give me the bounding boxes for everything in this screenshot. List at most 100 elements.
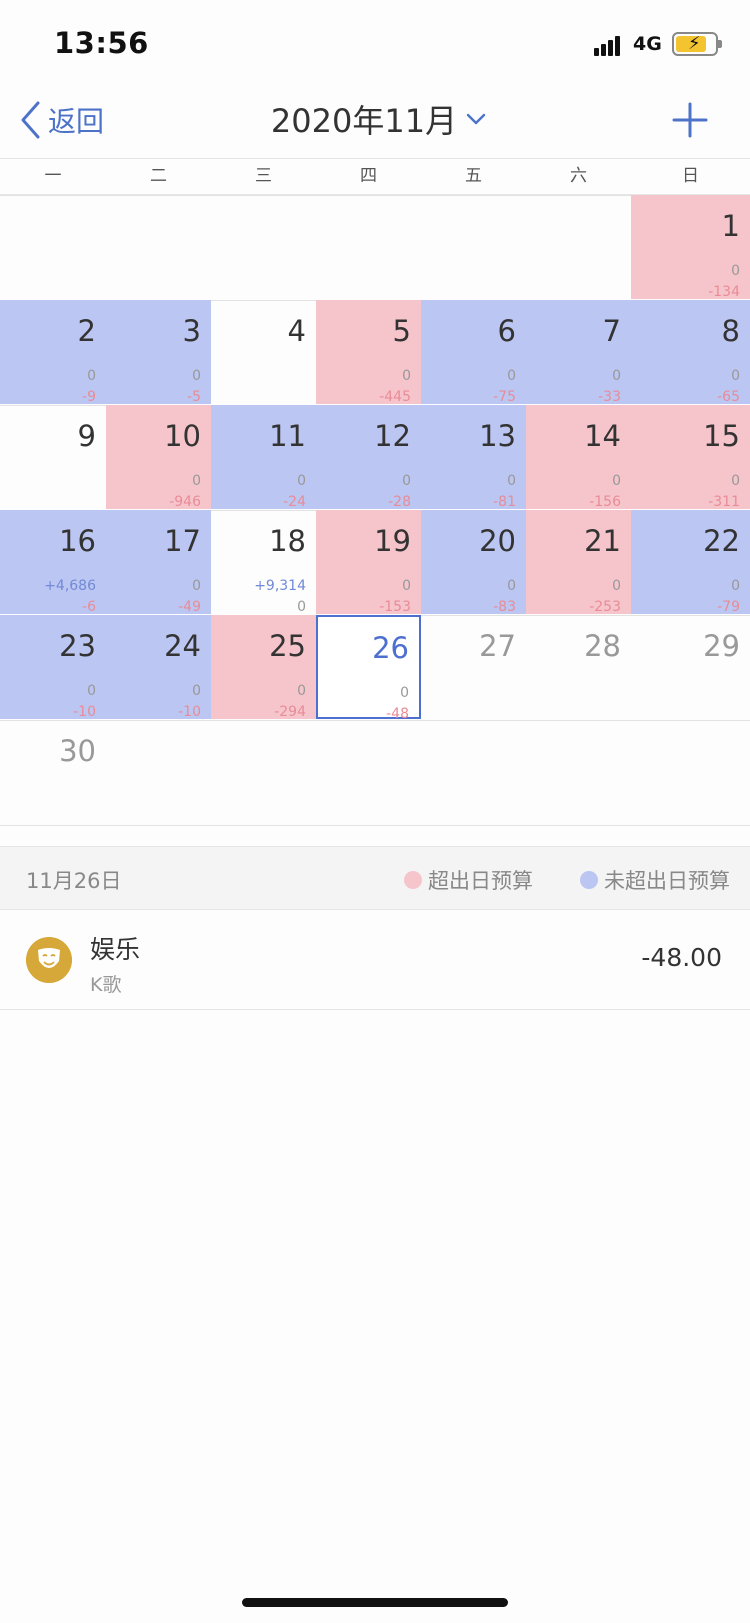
calendar-day-12[interactable]: 12 0 -28: [316, 405, 421, 510]
day-expense: -5: [187, 389, 201, 405]
day-number: 15: [703, 419, 740, 453]
transaction-row[interactable]: 娱乐 K歌 -48.00: [0, 910, 750, 1010]
battery-icon: ⚡: [672, 32, 722, 56]
calendar-day-29[interactable]: 29: [631, 615, 750, 719]
day-expense: -79: [717, 599, 740, 615]
day-income: +9,314: [254, 578, 306, 594]
day-income: 0: [612, 473, 621, 489]
calendar-day-11[interactable]: 11 0 -24: [211, 405, 316, 510]
day-income: 0: [402, 578, 411, 594]
day-expense: -81: [493, 494, 516, 510]
day-income: 0: [87, 368, 96, 384]
network-type: 4G: [633, 33, 662, 55]
calendar-day-27[interactable]: 27: [421, 615, 526, 719]
day-expense: -28: [388, 494, 411, 510]
day-income: 0: [507, 473, 516, 489]
calendar-day-17[interactable]: 17 0 -49: [106, 510, 211, 615]
weekday-label: 四: [360, 166, 377, 186]
day-number: 24: [164, 629, 201, 663]
calendar-day-20[interactable]: 20 0 -83: [421, 510, 526, 615]
weekday-label: 日: [682, 166, 699, 186]
status-bar: 13:56 4G ⚡: [0, 0, 750, 88]
calendar-day-15[interactable]: 15 0 -311: [631, 405, 750, 510]
calendar-day-19[interactable]: 19 0 -153: [316, 510, 421, 615]
day-expense: -153: [379, 599, 411, 615]
calendar-day-24[interactable]: 24 0 -10: [106, 615, 211, 720]
day-expense: -9: [82, 389, 96, 405]
calendar-day-23[interactable]: 23 0 -10: [0, 615, 106, 720]
calendar-day-26[interactable]: 26 0 -48: [316, 615, 421, 722]
day-number: 12: [374, 419, 411, 453]
day-number: 26: [372, 631, 409, 665]
calendar-day-4[interactable]: 4: [211, 300, 316, 404]
signal-icon: [594, 34, 624, 56]
calendar-day-25[interactable]: 25 0 -294: [211, 615, 316, 720]
weekday-header: 一二三四五六日: [0, 158, 750, 195]
grid-divider: [0, 720, 750, 721]
calendar-day-13[interactable]: 13 0 -81: [421, 405, 526, 510]
calendar-day-1[interactable]: 1 0 -134: [631, 195, 750, 300]
day-expense: -311: [708, 494, 740, 510]
calendar-day-9[interactable]: 9: [0, 405, 106, 509]
day-expense: -445: [379, 389, 411, 405]
calendar-day-30[interactable]: 30: [0, 720, 106, 824]
calendar-day-3[interactable]: 3 0 -5: [106, 300, 211, 405]
month-title: 2020年11月: [270, 102, 458, 140]
day-expense: 0: [297, 599, 306, 615]
weekday-label: 二: [150, 166, 167, 186]
day-number: 19: [374, 524, 411, 558]
add-icon[interactable]: [670, 100, 710, 140]
legend-bar: 11月26日 超出日预算 未超出日预算: [0, 846, 750, 910]
legend-dot-over: [404, 871, 422, 889]
day-expense: -83: [493, 599, 516, 615]
calendar-day-5[interactable]: 5 0 -445: [316, 300, 421, 405]
day-number: 7: [602, 314, 621, 348]
calendar-day-8[interactable]: 8 0 -65: [631, 300, 750, 405]
day-income: 0: [731, 368, 740, 384]
calendar-day-18[interactable]: 18 +9,314 0: [211, 510, 316, 615]
calendar-day-14[interactable]: 14 0 -156: [526, 405, 631, 510]
legend-under: 未超出日预算: [580, 865, 730, 895]
day-expense: -65: [717, 389, 740, 405]
day-expense: -10: [178, 704, 201, 720]
day-number: 3: [182, 314, 201, 348]
chevron-down-icon: [466, 113, 486, 125]
day-number: 11: [269, 419, 306, 453]
home-indicator[interactable]: [242, 1598, 508, 1607]
legend-under-label: 未超出日预算: [604, 869, 730, 893]
day-number: 21: [584, 524, 621, 558]
calendar-day-21[interactable]: 21 0 -253: [526, 510, 631, 615]
calendar-day-2[interactable]: 2 0 -9: [0, 300, 106, 405]
day-number: 22: [703, 524, 740, 558]
transaction-category: 娱乐: [90, 935, 141, 964]
day-number: 27: [479, 629, 516, 663]
day-expense: -294: [274, 704, 306, 720]
grid-divider: [0, 825, 750, 826]
day-expense: -156: [589, 494, 621, 510]
day-expense: -33: [598, 389, 621, 405]
day-income: 0: [402, 473, 411, 489]
day-income: 0: [731, 263, 740, 279]
weekday-label: 五: [465, 166, 482, 186]
status-time: 13:56: [54, 26, 149, 60]
day-number: 4: [287, 314, 306, 348]
calendar-day-6[interactable]: 6 0 -75: [421, 300, 526, 405]
day-income: 0: [507, 368, 516, 384]
calendar-day-28[interactable]: 28: [526, 615, 631, 719]
day-income: 0: [192, 368, 201, 384]
calendar-day-7[interactable]: 7 0 -33: [526, 300, 631, 405]
calendar-day-10[interactable]: 10 0 -946: [106, 405, 211, 510]
transaction-note: K歌: [90, 974, 122, 996]
day-income: 0: [297, 683, 306, 699]
month-picker[interactable]: 2020年11月: [0, 96, 750, 142]
calendar-day-22[interactable]: 22 0 -79: [631, 510, 750, 615]
day-number: 2: [77, 314, 96, 348]
smile-mask-icon: [26, 937, 72, 983]
day-number: 1: [721, 209, 740, 243]
day-income: 0: [297, 473, 306, 489]
day-income: 0: [402, 368, 411, 384]
calendar-day-16[interactable]: 16 +4,686 -6: [0, 510, 106, 615]
nav-bar: 返回 2020年11月: [0, 88, 750, 158]
day-number: 10: [164, 419, 201, 453]
day-income: 0: [400, 685, 409, 701]
